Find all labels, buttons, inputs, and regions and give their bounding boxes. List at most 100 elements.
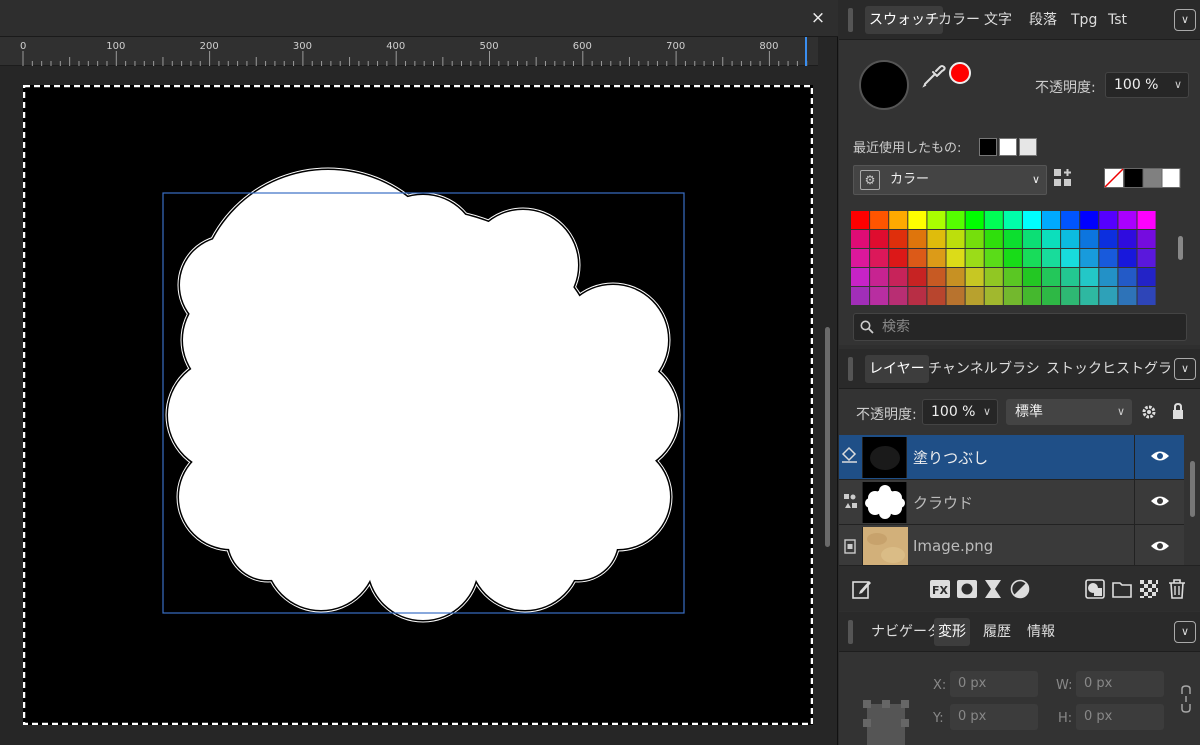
- color-swatch[interactable]: [889, 268, 908, 286]
- tab-channels[interactable]: チャンネル: [924, 355, 1002, 383]
- color-swatch[interactable]: [1118, 287, 1137, 305]
- color-swatch[interactable]: [1099, 230, 1118, 248]
- palette-dropdown[interactable]: ⚙ カラー ∨: [853, 165, 1047, 195]
- hourglass-icon[interactable]: [982, 578, 1004, 600]
- color-swatch[interactable]: [1080, 287, 1099, 305]
- color-swatch[interactable]: [927, 268, 946, 286]
- color-swatch[interactable]: [1099, 287, 1118, 305]
- color-swatch[interactable]: [1080, 268, 1099, 286]
- mask-icon[interactable]: [956, 578, 978, 600]
- horizontal-ruler[interactable]: 0 100 200 300 400 500 600 700 800: [0, 37, 818, 66]
- color-swatch[interactable]: [1042, 230, 1061, 248]
- color-swatch-grid[interactable]: [851, 211, 1161, 307]
- color-swatch[interactable]: [889, 249, 908, 267]
- color-swatch[interactable]: [1042, 268, 1061, 286]
- color-swatch[interactable]: [1137, 287, 1156, 305]
- color-swatch[interactable]: [1099, 211, 1118, 229]
- color-swatch[interactable]: [1137, 249, 1156, 267]
- w-field[interactable]: 0 px: [1076, 671, 1164, 697]
- panel-grip-icon[interactable]: [848, 8, 853, 32]
- color-swatch[interactable]: [851, 249, 870, 267]
- color-swatch[interactable]: [1061, 249, 1080, 267]
- color-swatch[interactable]: [1022, 230, 1041, 248]
- link-icon[interactable]: [1179, 684, 1193, 714]
- tab-brushes[interactable]: ブラシ: [994, 355, 1044, 383]
- tab-transform[interactable]: 変形: [934, 618, 970, 646]
- layer-row[interactable]: Image.png: [839, 525, 1184, 570]
- color-swatch[interactable]: [1042, 249, 1061, 267]
- color-swatch[interactable]: [1118, 211, 1137, 229]
- color-swatch[interactable]: [1003, 249, 1022, 267]
- color-swatch[interactable]: [1061, 230, 1080, 248]
- h-field[interactable]: 0 px: [1076, 704, 1164, 730]
- color-swatch[interactable]: [984, 230, 1003, 248]
- fx-icon[interactable]: FX: [929, 578, 951, 600]
- tab-character[interactable]: 文字: [980, 6, 1016, 34]
- color-swatch[interactable]: [908, 249, 927, 267]
- tab-info[interactable]: 情報: [1023, 618, 1059, 646]
- canvas-vertical-scrollbar[interactable]: [818, 37, 837, 745]
- artboard[interactable]: [23, 85, 813, 725]
- color-swatch[interactable]: [851, 268, 870, 286]
- color-swatch[interactable]: [851, 230, 870, 248]
- color-swatch[interactable]: [1003, 268, 1022, 286]
- quick-color-swatches[interactable]: [1104, 168, 1181, 188]
- color-swatch[interactable]: [965, 230, 984, 248]
- color-swatch[interactable]: [1080, 211, 1099, 229]
- close-icon[interactable]: ×: [810, 9, 826, 27]
- color-swatch[interactable]: [851, 211, 870, 229]
- color-swatch[interactable]: [1137, 268, 1156, 286]
- color-swatch[interactable]: [1022, 211, 1041, 229]
- add-layer-icon[interactable]: [1084, 578, 1106, 600]
- color-swatch[interactable]: [984, 211, 1003, 229]
- color-swatch[interactable]: [1061, 211, 1080, 229]
- visibility-toggle[interactable]: [1134, 480, 1184, 524]
- layer-name[interactable]: 塗りつぶし: [913, 447, 988, 468]
- layer-row[interactable]: クラウド: [839, 480, 1184, 525]
- color-swatch[interactable]: [1137, 230, 1156, 248]
- trash-icon[interactable]: [1166, 578, 1188, 600]
- scrollbar-thumb[interactable]: [825, 327, 830, 547]
- color-swatch[interactable]: [1118, 249, 1137, 267]
- color-swatch[interactable]: [1042, 211, 1061, 229]
- layer-name[interactable]: クラウド: [913, 492, 973, 513]
- color-swatch[interactable]: [1022, 287, 1041, 305]
- color-swatch[interactable]: [946, 287, 965, 305]
- current-color-well[interactable]: [859, 60, 909, 110]
- tab-color[interactable]: カラー: [934, 6, 984, 34]
- adjustment-icon[interactable]: [1009, 578, 1031, 600]
- color-swatch[interactable]: [1080, 230, 1099, 248]
- color-swatch[interactable]: [1003, 287, 1022, 305]
- panel-grip-icon[interactable]: [848, 620, 853, 644]
- chevron-down-icon[interactable]: ∨: [1174, 358, 1196, 380]
- color-swatch[interactable]: [927, 249, 946, 267]
- anchor-grid-icon[interactable]: [863, 700, 909, 745]
- tab-layers[interactable]: レイヤー: [865, 355, 929, 383]
- tab-text-styles-2[interactable]: Tst: [1104, 6, 1131, 34]
- chevron-down-icon[interactable]: ∨: [1174, 9, 1196, 31]
- recent-swatch[interactable]: [999, 138, 1017, 156]
- visibility-toggle[interactable]: [1134, 525, 1184, 569]
- color-swatch[interactable]: [946, 211, 965, 229]
- color-swatch[interactable]: [1042, 287, 1061, 305]
- blend-mode-dropdown[interactable]: 標準 ∨: [1006, 399, 1132, 425]
- layer-name[interactable]: Image.png: [913, 537, 993, 555]
- color-swatch[interactable]: [908, 287, 927, 305]
- color-swatch[interactable]: [870, 287, 889, 305]
- recent-swatch[interactable]: [1019, 138, 1037, 156]
- color-swatch[interactable]: [965, 211, 984, 229]
- edit-layer-icon[interactable]: [851, 578, 873, 600]
- layer-opacity-dropdown[interactable]: 100 % ∨: [922, 399, 998, 425]
- color-swatch[interactable]: [870, 268, 889, 286]
- gear-icon[interactable]: [1140, 403, 1158, 421]
- color-swatch[interactable]: [1003, 230, 1022, 248]
- color-swatch[interactable]: [889, 230, 908, 248]
- visibility-toggle[interactable]: [1134, 435, 1184, 479]
- lock-icon[interactable]: [1171, 402, 1185, 420]
- tab-swatches[interactable]: スウォッチ: [865, 6, 943, 34]
- chevron-down-icon[interactable]: ∨: [1174, 621, 1196, 643]
- folder-icon[interactable]: [1111, 578, 1133, 600]
- tab-stock[interactable]: ストック: [1042, 355, 1106, 383]
- y-field[interactable]: 0 px: [950, 704, 1038, 730]
- color-swatch[interactable]: [1003, 211, 1022, 229]
